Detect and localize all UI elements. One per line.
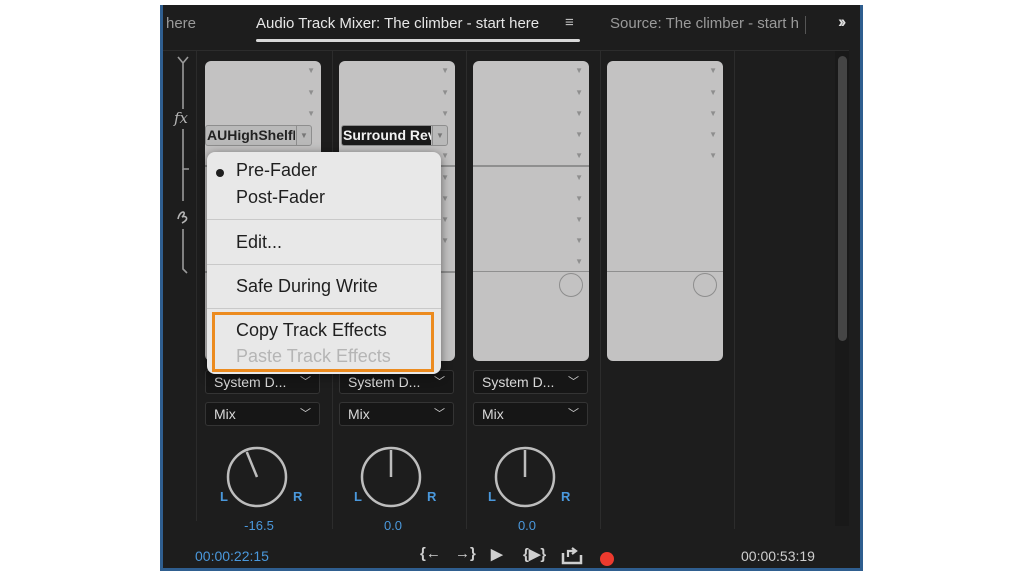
record-button[interactable] (600, 552, 614, 566)
go-to-in-button[interactable]: {← (420, 545, 441, 562)
chevron-down-icon: ﹀ (300, 408, 311, 420)
chevron-down-icon: ﹀ (434, 408, 445, 420)
sends-section-bracket[interactable] (177, 169, 188, 274)
effect-slot-dropdown[interactable]: ▼ (441, 151, 449, 160)
effects-section-bracket[interactable]: fx (173, 56, 189, 170)
menu-separator (207, 308, 441, 309)
scrollbar-thumb[interactable] (838, 56, 847, 341)
pan-left-label: L (220, 489, 228, 504)
pan-left-label: L (354, 489, 362, 504)
effect-slot-dropdown[interactable]: ▼ (709, 109, 717, 118)
send-slot-dropdown[interactable]: ▼ (441, 173, 449, 182)
highlight-annotation (212, 312, 434, 372)
current-timecode[interactable]: 00:00:22:15 (195, 548, 269, 564)
output-select[interactable]: System D... ﹀ (473, 370, 588, 394)
effect-slot-dropdown[interactable]: ▼ (575, 151, 583, 160)
pan-value[interactable]: -16.5 (199, 518, 319, 533)
menu-separator (207, 219, 441, 220)
send-slot-dropdown[interactable]: ▼ (575, 173, 583, 182)
chevron-down-icon: ﹀ (300, 376, 311, 388)
rack-divider (473, 165, 589, 167)
effect-slot-dropdown[interactable]: ▼ (709, 130, 717, 139)
send-slot-dropdown[interactable]: ▼ (441, 236, 449, 245)
menu-item-pre-fader[interactable]: Pre-Fader (236, 160, 317, 181)
rack-divider (607, 271, 723, 272)
go-to-out-button[interactable]: →} (455, 545, 476, 562)
effect-slot-dropdown[interactable]: ▼ (709, 66, 717, 75)
menu-item-safe-during-write[interactable]: Safe During Write (236, 276, 378, 297)
send-level-knob[interactable] (693, 273, 717, 297)
pan-knob[interactable] (494, 446, 556, 508)
send-slot-dropdown[interactable]: ▼ (575, 215, 583, 224)
effect-slot-dropdown[interactable]: ▼ (441, 109, 449, 118)
pan-knob[interactable] (226, 446, 288, 508)
effects-rack: ▼ ▼ ▼ ▼ ▼ (607, 61, 723, 361)
hamburger-icon[interactable]: ≡ (565, 14, 574, 31)
rack-divider (473, 271, 589, 272)
effect-slot-dropdown[interactable]: ▼ (307, 109, 315, 118)
mode-select[interactable]: Mix ﹀ (473, 402, 588, 426)
double-chevron-right-icon[interactable]: ›› (838, 12, 847, 32)
tab-bar: here Audio Track Mixer: The climber - st… (163, 5, 860, 45)
effect-slot-selected[interactable]: Surround Rev ▼ (341, 125, 448, 146)
pan-right-label: R (427, 489, 437, 504)
pan-right-label: R (293, 489, 303, 504)
chevron-down-icon[interactable]: ▼ (296, 126, 311, 145)
checkmark-bullet-icon (216, 169, 224, 177)
loop-icon[interactable] (561, 547, 583, 565)
duration-timecode: 00:00:53:19 (741, 548, 815, 564)
track-strip-3: ▼ ▼ ▼ ▼ ▼ ▼ ▼ ▼ ▼ ▼ System D... ﹀ Mix ﹀ L (467, 51, 601, 533)
mode-select[interactable]: Mix ﹀ (339, 402, 454, 426)
effects-rack: ▼ ▼ ▼ ▼ ▼ ▼ ▼ ▼ ▼ ▼ (473, 61, 589, 361)
play-button[interactable]: ▶ (491, 545, 503, 563)
pan-right-label: R (561, 489, 571, 504)
effect-slot-dropdown[interactable]: ▼ (441, 66, 449, 75)
effect-slot-dropdown[interactable]: ▼ (575, 130, 583, 139)
tab-previous[interactable]: here (166, 15, 196, 32)
pan-value[interactable]: 0.0 (333, 518, 453, 533)
menu-item-edit[interactable]: Edit... (236, 232, 282, 253)
transport-bar: 00:00:22:15 {← →} ▶ {▶} 00:00:53:19 (163, 535, 860, 568)
send-slot-dropdown[interactable]: ▼ (575, 194, 583, 203)
effect-slot-dropdown[interactable]: ▼ (575, 66, 583, 75)
section-toggle-strip: fx (168, 51, 197, 521)
sends-icon (177, 211, 188, 224)
pan-left-label: L (488, 489, 496, 504)
effect-slot-dropdown[interactable]: ▼ (709, 88, 717, 97)
effect-slot-dropdown[interactable]: ▼ (307, 66, 315, 75)
chevron-down-icon: ﹀ (568, 408, 579, 420)
tab-divider (805, 16, 806, 34)
pan-value[interactable]: 0.0 (467, 518, 587, 533)
menu-item-post-fader[interactable]: Post-Fader (236, 187, 325, 208)
chevron-down-icon: ﹀ (434, 376, 445, 388)
effect-slot-dropdown[interactable]: ▼ (575, 109, 583, 118)
send-slot-dropdown[interactable]: ▼ (575, 257, 583, 266)
effect-slot-filled[interactable]: AUHighShelfF ▼ (205, 125, 312, 146)
tab-audio-track-mixer[interactable]: Audio Track Mixer: The climber - start h… (256, 15, 539, 32)
pan-knob[interactable] (360, 446, 422, 508)
mode-select[interactable]: Mix ﹀ (205, 402, 320, 426)
effect-slot-dropdown[interactable]: ▼ (307, 88, 315, 97)
send-slot-dropdown[interactable]: ▼ (441, 215, 449, 224)
effect-slot-dropdown[interactable]: ▼ (441, 88, 449, 97)
play-in-to-out-button[interactable]: {▶} (523, 545, 546, 563)
send-slot-dropdown[interactable]: ▼ (441, 194, 449, 203)
menu-separator (207, 264, 441, 265)
chevron-down-icon[interactable]: ▼ (432, 126, 447, 145)
fx-icon: fx (173, 109, 189, 127)
chevron-down-icon: ﹀ (568, 376, 579, 388)
context-menu: Pre-Fader Post-Fader Edit... Safe During… (207, 152, 441, 374)
tab-source[interactable]: Source: The climber - start h (610, 15, 799, 32)
send-slot-dropdown[interactable]: ▼ (575, 236, 583, 245)
send-level-knob[interactable] (559, 273, 583, 297)
track-strip-4: ▼ ▼ ▼ ▼ ▼ (601, 51, 735, 529)
active-tab-indicator (256, 39, 580, 42)
effect-slot-dropdown[interactable]: ▼ (709, 151, 717, 160)
effect-slot-dropdown[interactable]: ▼ (575, 88, 583, 97)
